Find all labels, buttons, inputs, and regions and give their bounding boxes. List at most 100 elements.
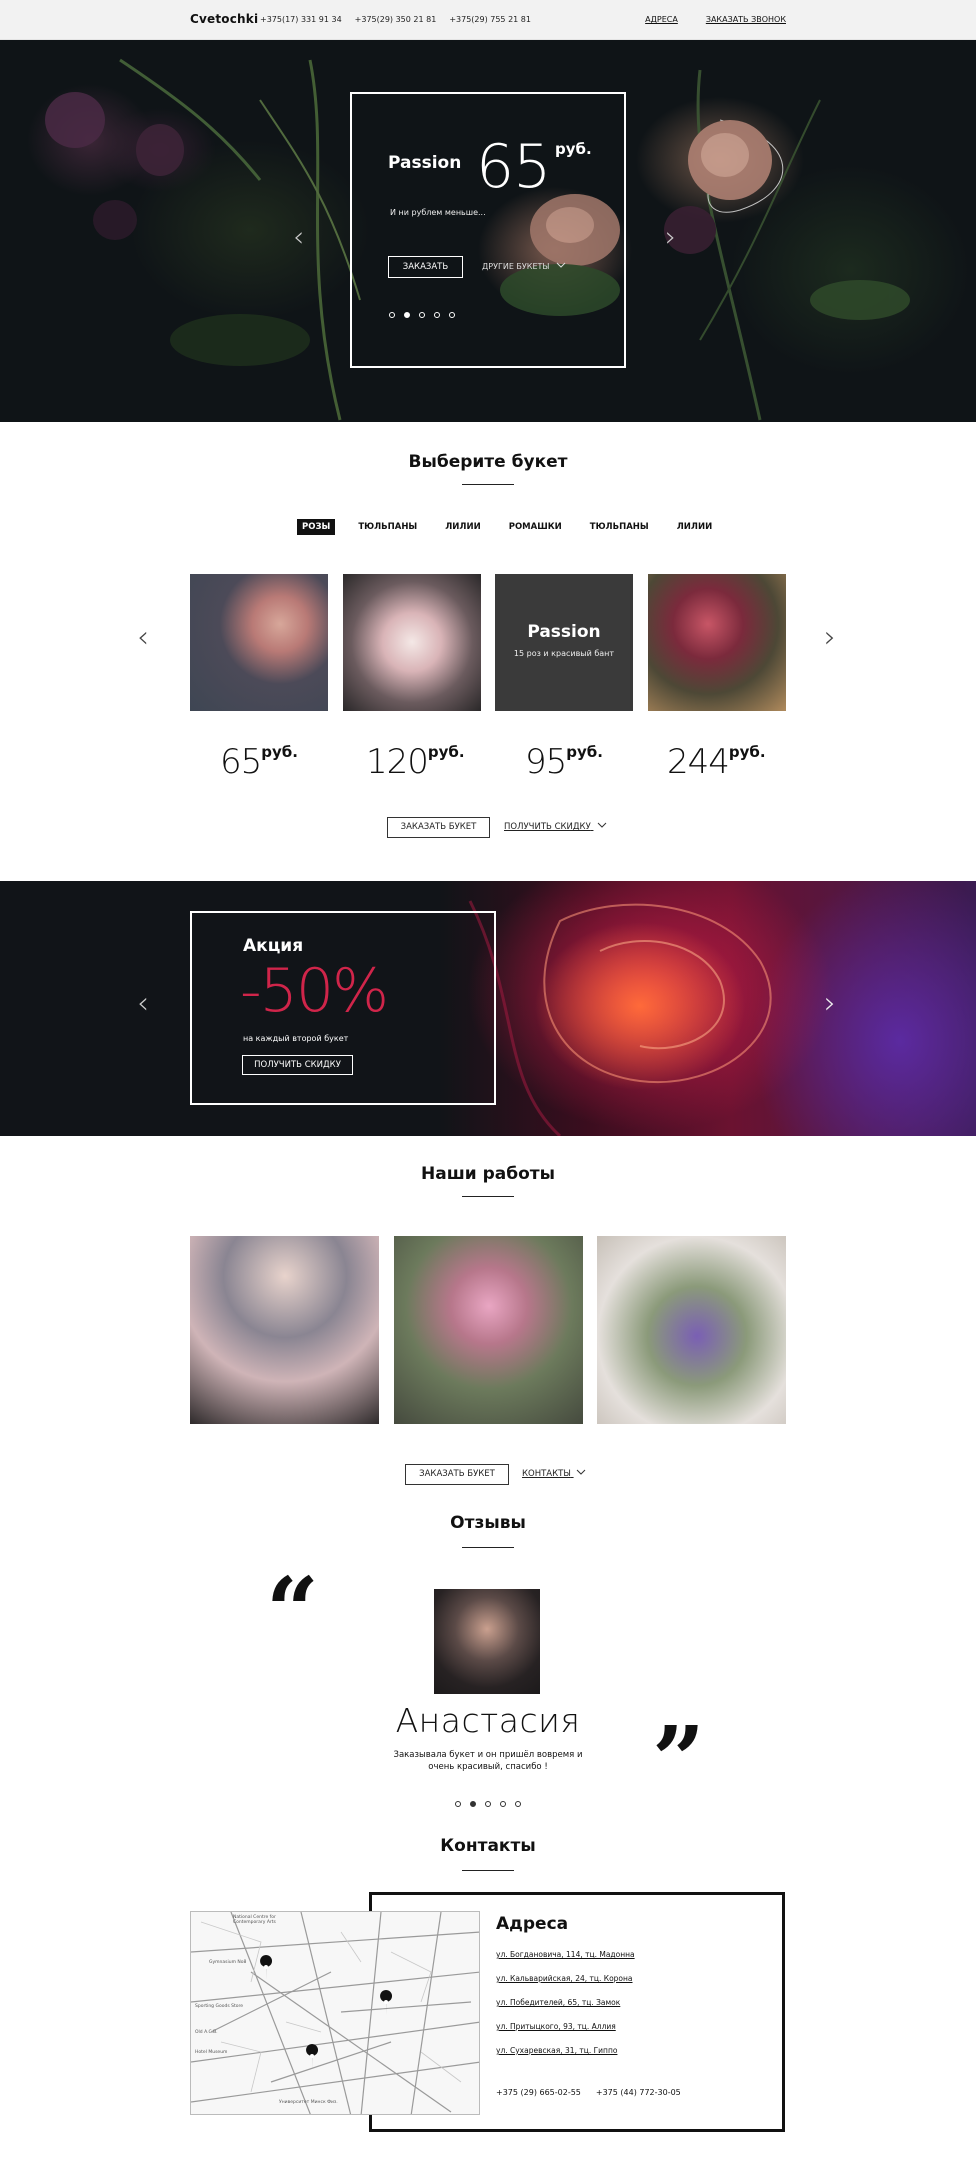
tab-tulips-2[interactable]: ТЮЛЬПАНЫ — [585, 519, 654, 535]
map-pin-icon[interactable] — [260, 1955, 273, 1980]
slider-dot[interactable] — [455, 1801, 461, 1807]
price-currency: руб. — [261, 743, 298, 761]
header-phones: +375(17) 331 91 34 +375(29) 350 21 81 +3… — [260, 15, 531, 24]
chevron-down-icon — [576, 1469, 585, 1475]
promo-get-discount-button[interactable]: ПОЛУЧИТЬ СКИДКУ — [242, 1055, 353, 1075]
tab-daisies[interactable]: РОМАШКИ — [504, 519, 567, 535]
review-text: Заказывала букет и он пришёл вовремя и о… — [393, 1750, 583, 1772]
hero-slider-dots — [389, 312, 455, 318]
promo-title: Акция — [243, 936, 304, 956]
price-value: 244 — [667, 742, 730, 782]
tab-lilies-2[interactable]: ЛИЛИИ — [672, 519, 717, 535]
tab-roses[interactable]: РОЗЫ — [297, 519, 336, 535]
map-label: Gymnasium No8 — [209, 1960, 247, 1965]
promo-next-arrow-icon[interactable]: › — [824, 986, 836, 1021]
map-label: Университет Минск Физ. — [279, 2100, 338, 2105]
contacts-title-rule — [462, 1870, 514, 1871]
phone-2[interactable]: +375(29) 350 21 81 — [355, 15, 437, 24]
header-links: АДРЕСА ЗАКАЗАТЬ ЗВОНОК — [645, 15, 786, 24]
get-discount-label: ПОЛУЧИТЬ СКИДКУ — [504, 822, 591, 832]
price-currency: руб. — [566, 743, 603, 761]
map-label: National Centre for Contemporary Arts — [233, 1915, 276, 1925]
promo-subtitle: на каждый второй букет — [243, 1034, 349, 1043]
bouquet-price-3: 95руб. — [525, 742, 603, 782]
bouquet-card-title: Passion — [527, 622, 601, 642]
address-4[interactable]: ул. Притыцкого, 93, тц. Аллия — [496, 2022, 616, 2031]
hero-more-label: ДРУГИЕ БУКЕТЫ — [482, 262, 550, 271]
top-bar: Cvetochki +375(17) 331 91 34 +375(29) 35… — [0, 0, 976, 40]
price-value: 65 — [220, 742, 262, 782]
contacts-title: Контакты — [440, 1836, 536, 1856]
slider-dot[interactable] — [470, 1801, 476, 1807]
hero-title: Passion — [388, 153, 462, 173]
price-value: 120 — [366, 742, 429, 782]
slider-dot[interactable] — [434, 312, 440, 318]
order-bouquet-button[interactable]: ЗАКАЗАТЬ БУКЕТ — [387, 817, 490, 838]
slider-dot[interactable] — [389, 312, 395, 318]
slider-dot[interactable] — [404, 312, 410, 318]
works-title: Наши работы — [421, 1164, 555, 1184]
address-5[interactable]: ул. Сухаревская, 31, тц. Гиппо — [496, 2046, 617, 2055]
phone-3[interactable]: +375(29) 755 21 81 — [449, 15, 531, 24]
get-discount-link[interactable]: ПОЛУЧИТЬ СКИДКУ — [504, 822, 607, 832]
contacts-link[interactable]: КОНТАКТЫ — [522, 1469, 586, 1479]
hero-subtitle: И ни рублем меньше... — [390, 208, 486, 217]
hero-prev-arrow-icon[interactable]: ‹ — [293, 220, 304, 253]
work-photo-1[interactable] — [190, 1236, 379, 1424]
reviews-title-rule — [462, 1547, 514, 1548]
address-3[interactable]: ул. Победителей, 65, тц. Замок — [496, 1998, 620, 2007]
reviews-title: Отзывы — [450, 1513, 526, 1533]
hero-price: 65 — [476, 132, 551, 202]
works-title-rule — [462, 1196, 514, 1197]
promo-banner: Акция -50% на каждый второй букет ПОЛУЧИ… — [0, 881, 976, 1136]
phone-1[interactable]: +375(17) 331 91 34 — [260, 15, 342, 24]
contact-phones: +375 (29) 665-02-55 +375 (44) 772-30-05 — [496, 2088, 681, 2097]
bouquet-card-subtitle: 15 роз и красивый бант — [513, 649, 615, 658]
map-label: Оld A.C.B. — [195, 2030, 218, 2035]
slider-dot[interactable] — [500, 1801, 506, 1807]
promo-prev-arrow-icon[interactable]: ‹ — [137, 986, 149, 1021]
tab-lilies[interactable]: ЛИЛИИ — [440, 519, 485, 535]
brand-logo[interactable]: Cvetochki — [190, 12, 258, 26]
bouquet-price-1: 65руб. — [220, 742, 298, 782]
map-label: Sporting Goods Store — [195, 2004, 243, 2009]
request-call-link[interactable]: ЗАКАЗАТЬ ЗВОНОК — [706, 15, 786, 24]
chevron-down-icon — [556, 262, 566, 268]
contact-phone-2[interactable]: +375 (44) 772-30-05 — [596, 2088, 681, 2097]
bouquets-title: Выберите букет — [408, 452, 568, 472]
works-order-bouquet-button[interactable]: ЗАКАЗАТЬ БУКЕТ — [405, 1464, 509, 1485]
map-pin-icon[interactable] — [380, 1990, 393, 2015]
address-2[interactable]: ул. Кальварийская, 24, тц. Корона — [496, 1974, 633, 1983]
slider-dot[interactable] — [515, 1801, 521, 1807]
hero-next-arrow-icon[interactable]: › — [665, 220, 676, 253]
bouquets-next-arrow-icon[interactable]: › — [824, 620, 836, 655]
price-currency: руб. — [728, 743, 766, 761]
map-pin-icon[interactable] — [306, 2044, 319, 2069]
addresses-heading: Адреса — [496, 1914, 569, 1934]
chevron-down-icon — [598, 822, 607, 828]
addresses-link[interactable]: АДРЕСА — [645, 15, 678, 24]
open-quote-icon: “ — [266, 1557, 319, 1665]
tab-tulips[interactable]: ТЮЛЬПАНЫ — [353, 519, 422, 535]
page: Cvetochki +375(17) 331 91 34 +375(29) 35… — [0, 0, 976, 2160]
work-photo-2[interactable] — [394, 1236, 583, 1424]
map-label: Hotel Museum — [195, 2050, 228, 2055]
slider-dot[interactable] — [419, 312, 425, 318]
bouquet-card-4[interactable] — [648, 574, 786, 711]
bouquets-title-rule — [462, 484, 514, 485]
bouquet-price-4: 244руб. — [667, 742, 766, 782]
bouquet-card-1[interactable] — [190, 574, 328, 711]
hero-order-button[interactable]: ЗАКАЗАТЬ — [388, 256, 463, 278]
bouquets-prev-arrow-icon[interactable]: ‹ — [137, 620, 149, 655]
address-1[interactable]: ул. Богдановича, 114, тц. Мадонна — [496, 1950, 635, 1959]
slider-dot[interactable] — [485, 1801, 491, 1807]
bouquet-card-2[interactable] — [343, 574, 481, 711]
reviewer-avatar — [434, 1589, 540, 1694]
hero-more-bouquets-link[interactable]: ДРУГИЕ БУКЕТЫ — [482, 262, 566, 271]
work-photo-3[interactable] — [597, 1236, 786, 1424]
contact-phone-1[interactable]: +375 (29) 665-02-55 — [496, 2088, 581, 2097]
review-slider-dots — [455, 1801, 521, 1807]
slider-dot[interactable] — [449, 312, 455, 318]
map[interactable]: National Centre for Contemporary Arts Gy… — [190, 1911, 480, 2115]
bouquet-card-3[interactable]: Passion 15 роз и красивый бант — [495, 574, 633, 711]
